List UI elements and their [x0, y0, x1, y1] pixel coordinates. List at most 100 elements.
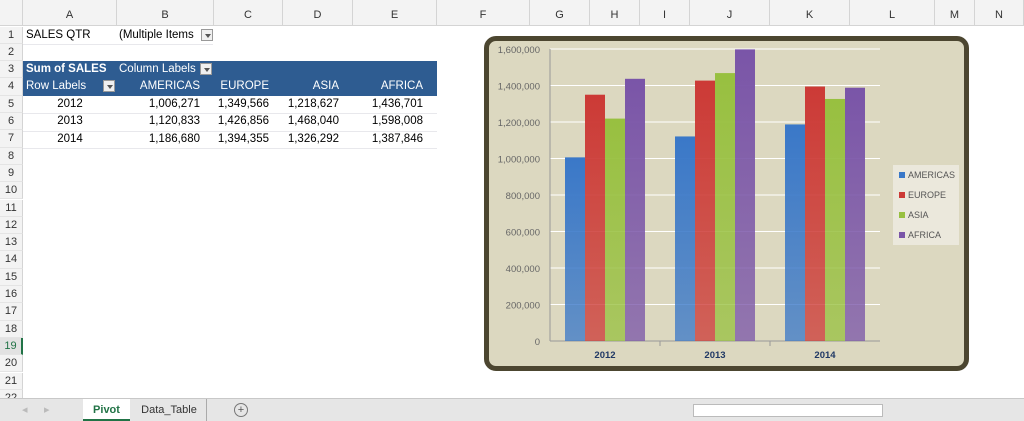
row-header[interactable]: 1 [0, 26, 23, 44]
cell-border [23, 148, 437, 149]
pivot-column-header: AFRICA [380, 80, 423, 92]
cell-border [23, 44, 213, 45]
y-tick-label: 400,000 [506, 264, 540, 275]
row-header[interactable]: 9 [0, 164, 23, 183]
column-header[interactable]: I [640, 0, 690, 26]
bar-asia-2012[interactable] [605, 118, 625, 341]
y-tick-label: 1,600,000 [498, 45, 540, 56]
pivot-row-label[interactable]: 2013 [23, 113, 117, 130]
legend-label: AFRICA [908, 230, 941, 240]
bar-asia-2013[interactable] [715, 73, 735, 341]
column-header[interactable]: E [353, 0, 437, 26]
pivot-value-cell[interactable]: 1,394,355 [214, 131, 269, 148]
column-header[interactable]: F [437, 0, 530, 26]
legend-swatch [899, 192, 905, 198]
bar-americas-2012[interactable] [565, 157, 585, 341]
column-labels: Column Labels [119, 63, 196, 75]
horizontal-scrollbar[interactable] [693, 404, 883, 417]
column-header[interactable]: K [770, 0, 850, 26]
row-header[interactable]: 6 [0, 113, 23, 131]
row-header[interactable]: 7 [0, 130, 23, 148]
legend-label: ASIA [908, 210, 929, 220]
filter-value[interactable]: (Multiple Items [119, 27, 201, 44]
column-header[interactable]: N [975, 0, 1024, 26]
pivot-value-cell[interactable]: 1,468,040 [283, 113, 339, 130]
row-labels-dropdown-icon[interactable] [103, 80, 115, 92]
bar-americas-2014[interactable] [785, 124, 805, 341]
row-header[interactable]: 5 [0, 95, 23, 113]
row-header[interactable]: 3 [0, 61, 23, 79]
row-header[interactable]: 4 [0, 78, 23, 96]
sales-chart[interactable]: 0 200,000 400,000 600,000 800,000 1,000,000 1,… [484, 36, 969, 371]
row-header[interactable]: 13 [0, 234, 23, 252]
row-header[interactable]: 2 [0, 43, 23, 62]
column-header[interactable]: C [214, 0, 283, 26]
column-header[interactable]: M [935, 0, 975, 26]
pivot-row-label[interactable]: 2014 [23, 131, 117, 148]
row-labels: Row Labels [26, 80, 87, 92]
pivot-row-label[interactable]: 2012 [23, 96, 117, 113]
bar-africa-2013[interactable] [735, 49, 755, 342]
tab-data-table[interactable]: Data_Table [132, 399, 207, 421]
y-tick-label: 1,200,000 [498, 118, 540, 129]
filter-label: SALES QTR [26, 29, 91, 41]
row-header[interactable]: 10 [0, 182, 23, 200]
scroll-left-icon[interactable]: ◂ [22, 403, 28, 416]
row-header[interactable]: 16 [0, 286, 23, 304]
y-tick-label: 1,000,000 [498, 155, 540, 166]
row-header[interactable]: 17 [0, 303, 23, 321]
pivot-value-cell[interactable]: 1,120,833 [117, 113, 200, 130]
row-header[interactable]: 11 [0, 199, 23, 217]
bar-americas-2013[interactable] [675, 136, 695, 341]
pivot-value-header: Sum of SALES [26, 63, 107, 75]
y-tick-label: 800,000 [506, 191, 540, 202]
bar-europe-2012[interactable] [585, 94, 605, 341]
bar-africa-2014[interactable] [845, 87, 865, 341]
legend-swatch [899, 172, 905, 178]
row-header[interactable]: 12 [0, 216, 23, 235]
pivot-value-cell[interactable]: 1,186,680 [117, 131, 200, 148]
pivot-value-cell[interactable]: 1,326,292 [283, 131, 339, 148]
pivot-value-cell[interactable]: 1,426,856 [214, 113, 269, 130]
select-all[interactable] [0, 0, 23, 26]
filter-dropdown-icon[interactable] [201, 29, 213, 41]
scroll-right-icon[interactable]: ▸ [44, 403, 50, 416]
row-header[interactable]: 21 [0, 372, 23, 390]
legend-swatch [899, 232, 905, 238]
pivot-column-header: EUROPE [220, 80, 269, 92]
column-header[interactable]: L [850, 0, 935, 26]
pivot-value-cell[interactable]: 1,436,701 [353, 96, 423, 113]
row-header[interactable]: 20 [0, 355, 23, 373]
y-tick-label: 1,400,000 [498, 82, 540, 93]
bar-africa-2012[interactable] [625, 78, 645, 341]
column-header[interactable]: D [283, 0, 353, 26]
pivot-column-header: AMERICAS [139, 80, 200, 92]
pivot-column-header: ASIA [312, 80, 339, 92]
x-tick-label: 2013 [704, 350, 725, 361]
column-header[interactable]: H [590, 0, 640, 26]
x-tick-label: 2012 [594, 350, 615, 361]
pivot-value-cell[interactable]: 1,349,566 [214, 96, 269, 113]
column-labels-dropdown-icon[interactable] [200, 63, 212, 75]
tab-pivot[interactable]: Pivot [83, 399, 130, 421]
column-header[interactable]: B [117, 0, 214, 26]
row-header[interactable]: 15 [0, 268, 23, 286]
row-header[interactable]: 18 [0, 320, 23, 338]
y-tick-label: 0 [535, 337, 540, 348]
column-header[interactable]: A [23, 0, 117, 26]
add-sheet-button[interactable]: + [234, 403, 248, 417]
column-header[interactable]: J [690, 0, 770, 26]
pivot-value-cell[interactable]: 1,218,627 [283, 96, 339, 113]
sheet-tab-bar: ◂ ▸ Pivot Data_Table + [0, 398, 1024, 421]
row-header[interactable]: 8 [0, 147, 23, 165]
row-header[interactable]: 19 [0, 337, 23, 356]
bar-europe-2014[interactable] [805, 86, 825, 341]
bar-europe-2013[interactable] [695, 80, 715, 341]
row-header[interactable]: 14 [0, 251, 23, 269]
column-header[interactable]: G [530, 0, 590, 26]
pivot-value-cell[interactable]: 1,387,846 [353, 131, 423, 148]
pivot-value-cell[interactable]: 1,598,008 [353, 113, 423, 130]
pivot-value-cell[interactable]: 1,006,271 [117, 96, 200, 113]
legend-swatch [899, 212, 905, 218]
bar-asia-2014[interactable] [825, 98, 845, 341]
